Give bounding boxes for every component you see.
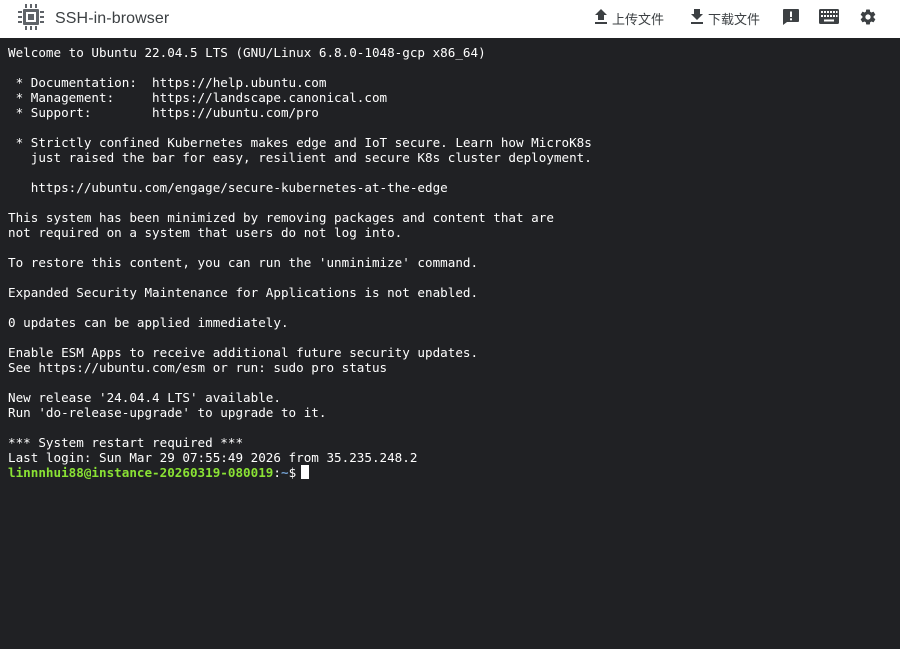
terminal-line: *** System restart required *** [8,435,244,450]
terminal-line: * Management: https://landscape.canonica… [8,90,388,105]
terminal-line: * Support: https://ubuntu.com/pro [8,105,319,120]
terminal-line: * Strictly confined Kubernetes makes edg… [8,135,592,150]
feedback-button[interactable] [778,6,804,32]
terminal-line: Run 'do-release-upgrade' to upgrade to i… [8,405,327,420]
prompt-user-host: linnnhui88@instance-20260319-080019 [8,465,274,480]
terminal-line: not required on a system that users do n… [8,225,403,240]
terminal-output[interactable]: Welcome to Ubuntu 22.04.5 LTS (GNU/Linux… [0,38,900,649]
terminal-line: 0 updates can be applied immediately. [8,315,289,330]
settings-button[interactable] [855,6,881,32]
terminal-line: Expanded Security Maintenance for Applic… [8,285,479,300]
prompt-path: ~ [280,465,289,480]
download-icon [690,8,704,28]
download-file-button[interactable]: 下载文件 [690,3,760,33]
brand: SSH-in-browser [17,3,169,36]
terminal-line: This system has been minimized by removi… [8,210,554,225]
feedback-icon [782,8,800,31]
terminal-line: Enable ESM Apps to receive additional fu… [8,345,479,360]
app-title: SSH-in-browser [55,10,170,27]
upload-icon [594,8,608,28]
terminal-line: To restore this content, you can run the… [8,255,479,270]
upload-file-button[interactable]: 上传文件 [594,3,664,33]
terminal-line: https://ubuntu.com/engage/secure-kuberne… [8,180,448,195]
terminal-lines: Welcome to Ubuntu 22.04.5 LTS (GNU/Linux… [8,45,900,465]
download-file-label: 下载文件 [708,11,761,27]
upload-file-label: 上传文件 [612,11,665,27]
prompt-separator: : [273,465,281,480]
gear-icon [859,8,877,31]
top-bar: SSH-in-browser 上传文件 下载文件 [0,0,900,38]
terminal-cursor [301,465,310,479]
terminal-line: Last login: Sun Mar 29 07:55:49 2026 fro… [8,450,418,465]
terminal-line: just raised the bar for easy, resilient … [8,150,592,165]
keyboard-icon [819,9,839,29]
terminal-line: New release '24.04.4 LTS' available. [8,390,281,405]
chip-icon [17,3,45,36]
keyboard-button[interactable] [816,6,842,32]
terminal-line: See https://ubuntu.com/esm or run: sudo … [8,360,388,375]
prompt-symbol: $ [288,465,297,480]
shell-prompt[interactable]: linnnhui88@instance-20260319-080019:~$ [8,465,900,480]
terminal-line: Welcome to Ubuntu 22.04.5 LTS (GNU/Linux… [8,45,486,60]
terminal-line: * Documentation: https://help.ubuntu.com [8,75,327,90]
